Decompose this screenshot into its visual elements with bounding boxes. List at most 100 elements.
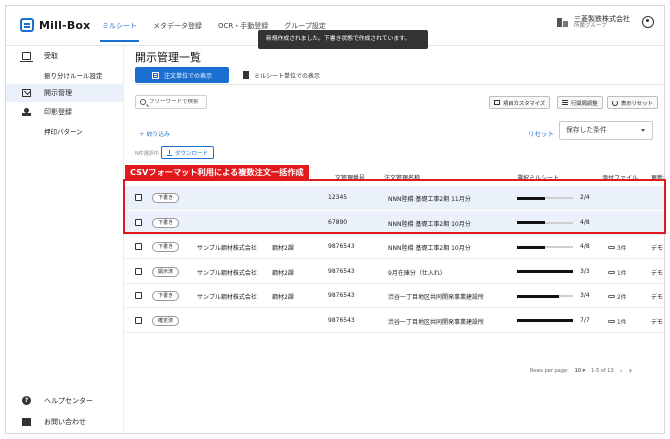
table-row[interactable]: 下書き サンプル鋼材株式会社 鋼材2課 9876543 渋谷一丁目地区共同開発事業建設所… — [124, 284, 664, 308]
table-row[interactable]: 下書き サンプル鋼材株式会社 鋼材2課 9876543 NNN陸橋 基礎工事2期 10月… — [124, 235, 664, 259]
attachment-count: 1件 — [617, 319, 627, 326]
attachment-cell[interactable]: 1件 — [608, 268, 627, 277]
add-filter-button[interactable]: ＋ 絞り込み — [139, 129, 170, 138]
sidebar-item-receive[interactable]: 受取 — [6, 47, 124, 65]
millsheet-ratio: 4/8 — [580, 218, 590, 226]
page-title: 開示管理一覧 — [135, 51, 201, 64]
row-checkbox[interactable] — [135, 218, 142, 226]
department-cell: 鋼材2課 — [272, 245, 294, 252]
table-row[interactable]: 開示済 サンプル鋼材株式会社 鋼材2課 9876543 9月在庫分（仕入れ） 3/3 1件 デ… — [124, 260, 664, 284]
search-box[interactable] — [135, 95, 207, 109]
stamp-icon — [22, 108, 31, 116]
user-account-icon[interactable] — [642, 16, 654, 29]
density-icon — [562, 100, 568, 105]
row-checkbox[interactable] — [135, 292, 142, 299]
saved-conditions-value: 保存した条件 — [566, 126, 607, 134]
attachment-cell[interactable]: 3件 — [608, 243, 627, 252]
row-checkbox[interactable] — [135, 243, 142, 250]
attachment-cell[interactable]: 1件 — [608, 317, 627, 326]
sidebar-item-help[interactable]: ? ヘルプセンター — [6, 392, 124, 410]
millsheet-progress — [517, 294, 573, 298]
department-cell: 鋼材2課 — [272, 294, 294, 301]
order-number-cell: 67890 — [328, 218, 348, 226]
status-badge: 下書き — [152, 291, 180, 301]
main-content: 開示管理一覧 注文単位での表示 ミルシート単位での表示 項目カスタマイズ 行間隔… — [124, 46, 664, 433]
order-number-cell: 12345 — [328, 194, 348, 201]
table-row[interactable]: 下書き 12345 NNN陸橋 基礎工事2期 11月分 2/4 — [124, 186, 664, 210]
annotation-label: CSVフォーマット利用による複数注文一括作成 — [125, 165, 309, 180]
rows-per-page-select[interactable]: 10 ▾ — [575, 368, 585, 374]
col-selected-millsheet[interactable]: 選択ミルシート — [517, 173, 559, 182]
saved-conditions-select[interactable]: 保存した条件 — [559, 121, 653, 140]
attachment-cell[interactable]: 2件 — [608, 292, 627, 301]
sidebar-item-label: 押印パターン — [44, 128, 83, 136]
table-row[interactable]: 下書き 67890 NNN陸橋 基礎工事2期 10月分 4/8 — [124, 210, 664, 235]
monitor-icon — [20, 52, 33, 62]
col-order-name[interactable]: 注文管理名称 — [384, 173, 420, 182]
columns-icon — [494, 100, 500, 105]
order-name-cell[interactable]: NNN陸橋 基礎工事2期 10月分 — [388, 243, 471, 252]
order-number-cell: 9876543 — [328, 243, 355, 250]
nav-metadata[interactable]: メタデータ登録 — [145, 6, 210, 46]
sidebar-item-label: 振り分けルール設定 — [44, 72, 103, 80]
app-logo[interactable]: Mill-Box — [20, 18, 90, 32]
company-cell: サンプル鋼材株式会社 — [197, 245, 257, 252]
company-switcher[interactable]: 三菱製鉄株式会社 所属グループ — [556, 15, 654, 30]
search-input[interactable] — [149, 99, 203, 105]
button-label: 表示リセット — [621, 100, 653, 107]
tab-order-view[interactable]: 注文単位での表示 — [135, 67, 229, 83]
order-name-cell[interactable]: NNN陸橋 基礎工事2期 11月分 — [388, 194, 471, 203]
millsheet-progress — [517, 319, 573, 322]
row-checkbox[interactable] — [135, 267, 142, 275]
sidebar-item-seal[interactable]: 印影登録 — [6, 103, 124, 121]
sidebar-item-label: 開示管理 — [44, 89, 72, 97]
help-icon: ? — [22, 396, 31, 405]
sidebar-item-sort-rules[interactable]: 振り分けルール設定 — [6, 66, 124, 84]
updater-cell: デモ — [651, 245, 664, 252]
download-button[interactable]: ダウンロード — [161, 146, 215, 159]
row-density-button[interactable]: 行間隔調整 — [557, 96, 603, 109]
mail-icon — [22, 89, 31, 97]
sidebar-item-contact[interactable]: お問い合わせ — [6, 413, 124, 431]
company-cell: サンプル鋼材株式会社 — [197, 269, 257, 277]
logo-text: Mill-Box — [39, 18, 91, 32]
millsheet-ratio: 3/4 — [580, 292, 590, 299]
sidebar-item-stamp-pattern[interactable]: 押印パターン — [6, 122, 124, 140]
order-number-cell: 9876543 — [328, 316, 355, 324]
millsheet-progress — [517, 270, 573, 273]
next-page-icon[interactable]: › — [629, 366, 632, 375]
row-checkbox[interactable] — [135, 194, 142, 201]
col-attachments[interactable]: 添付ファイル — [602, 173, 638, 182]
reset-view-button[interactable]: 表示リセット — [607, 96, 658, 109]
sidebar-item-disclosure[interactable]: 開示管理 — [6, 84, 124, 102]
col-order-number[interactable]: 文管理番号 — [335, 173, 365, 182]
pagination: Rows per page: 10 ▾ 1-5 of 13 ‹ › — [530, 366, 632, 375]
paperclip-icon — [608, 295, 615, 298]
tab-millsheet-view[interactable]: ミルシート単位での表示 — [229, 67, 334, 83]
millsheet-progress-fill — [517, 196, 545, 200]
attachment-count: 2件 — [617, 295, 627, 301]
order-name-cell[interactable]: 渋谷一丁目地区共同開発事業建設所 — [388, 317, 484, 326]
millsheet-progress — [517, 245, 573, 249]
logo-icon — [20, 18, 34, 32]
millsheet-progress — [517, 221, 573, 224]
building-icon — [556, 16, 568, 28]
attachment-count: 1件 — [617, 270, 627, 277]
row-checkbox[interactable] — [135, 316, 142, 324]
reset-filter-link[interactable]: リセット — [528, 128, 554, 138]
sidebar-item-label: ヘルプセンター — [44, 397, 93, 405]
millsheet-ratio: 7/7 — [580, 316, 590, 324]
order-name-cell[interactable]: 9月在庫分（仕入れ） — [388, 268, 446, 277]
updater-cell: デモ — [651, 294, 664, 301]
col-updater[interactable]: 更新者 — [651, 173, 664, 182]
prev-page-icon[interactable]: ‹ — [620, 366, 623, 375]
selected-count: N件選択中 — [135, 151, 159, 157]
order-name-cell[interactable]: NNN陸橋 基礎工事2期 10月分 — [388, 219, 471, 228]
order-number-cell: 9876543 — [328, 267, 355, 275]
customize-columns-button[interactable]: 項目カスタマイズ — [489, 96, 551, 109]
table-row[interactable]: 確定済 9876543 渋谷一丁目地区共同開発事業建設所 7/7 1件 デモ — [124, 309, 664, 333]
status-badge: 下書き — [152, 242, 180, 252]
nav-millsheet[interactable]: ミルシート — [94, 6, 145, 46]
order-name-cell[interactable]: 渋谷一丁目地区共同開発事業建設所 — [388, 292, 484, 301]
millsheet-ratio: 2/4 — [580, 194, 590, 201]
